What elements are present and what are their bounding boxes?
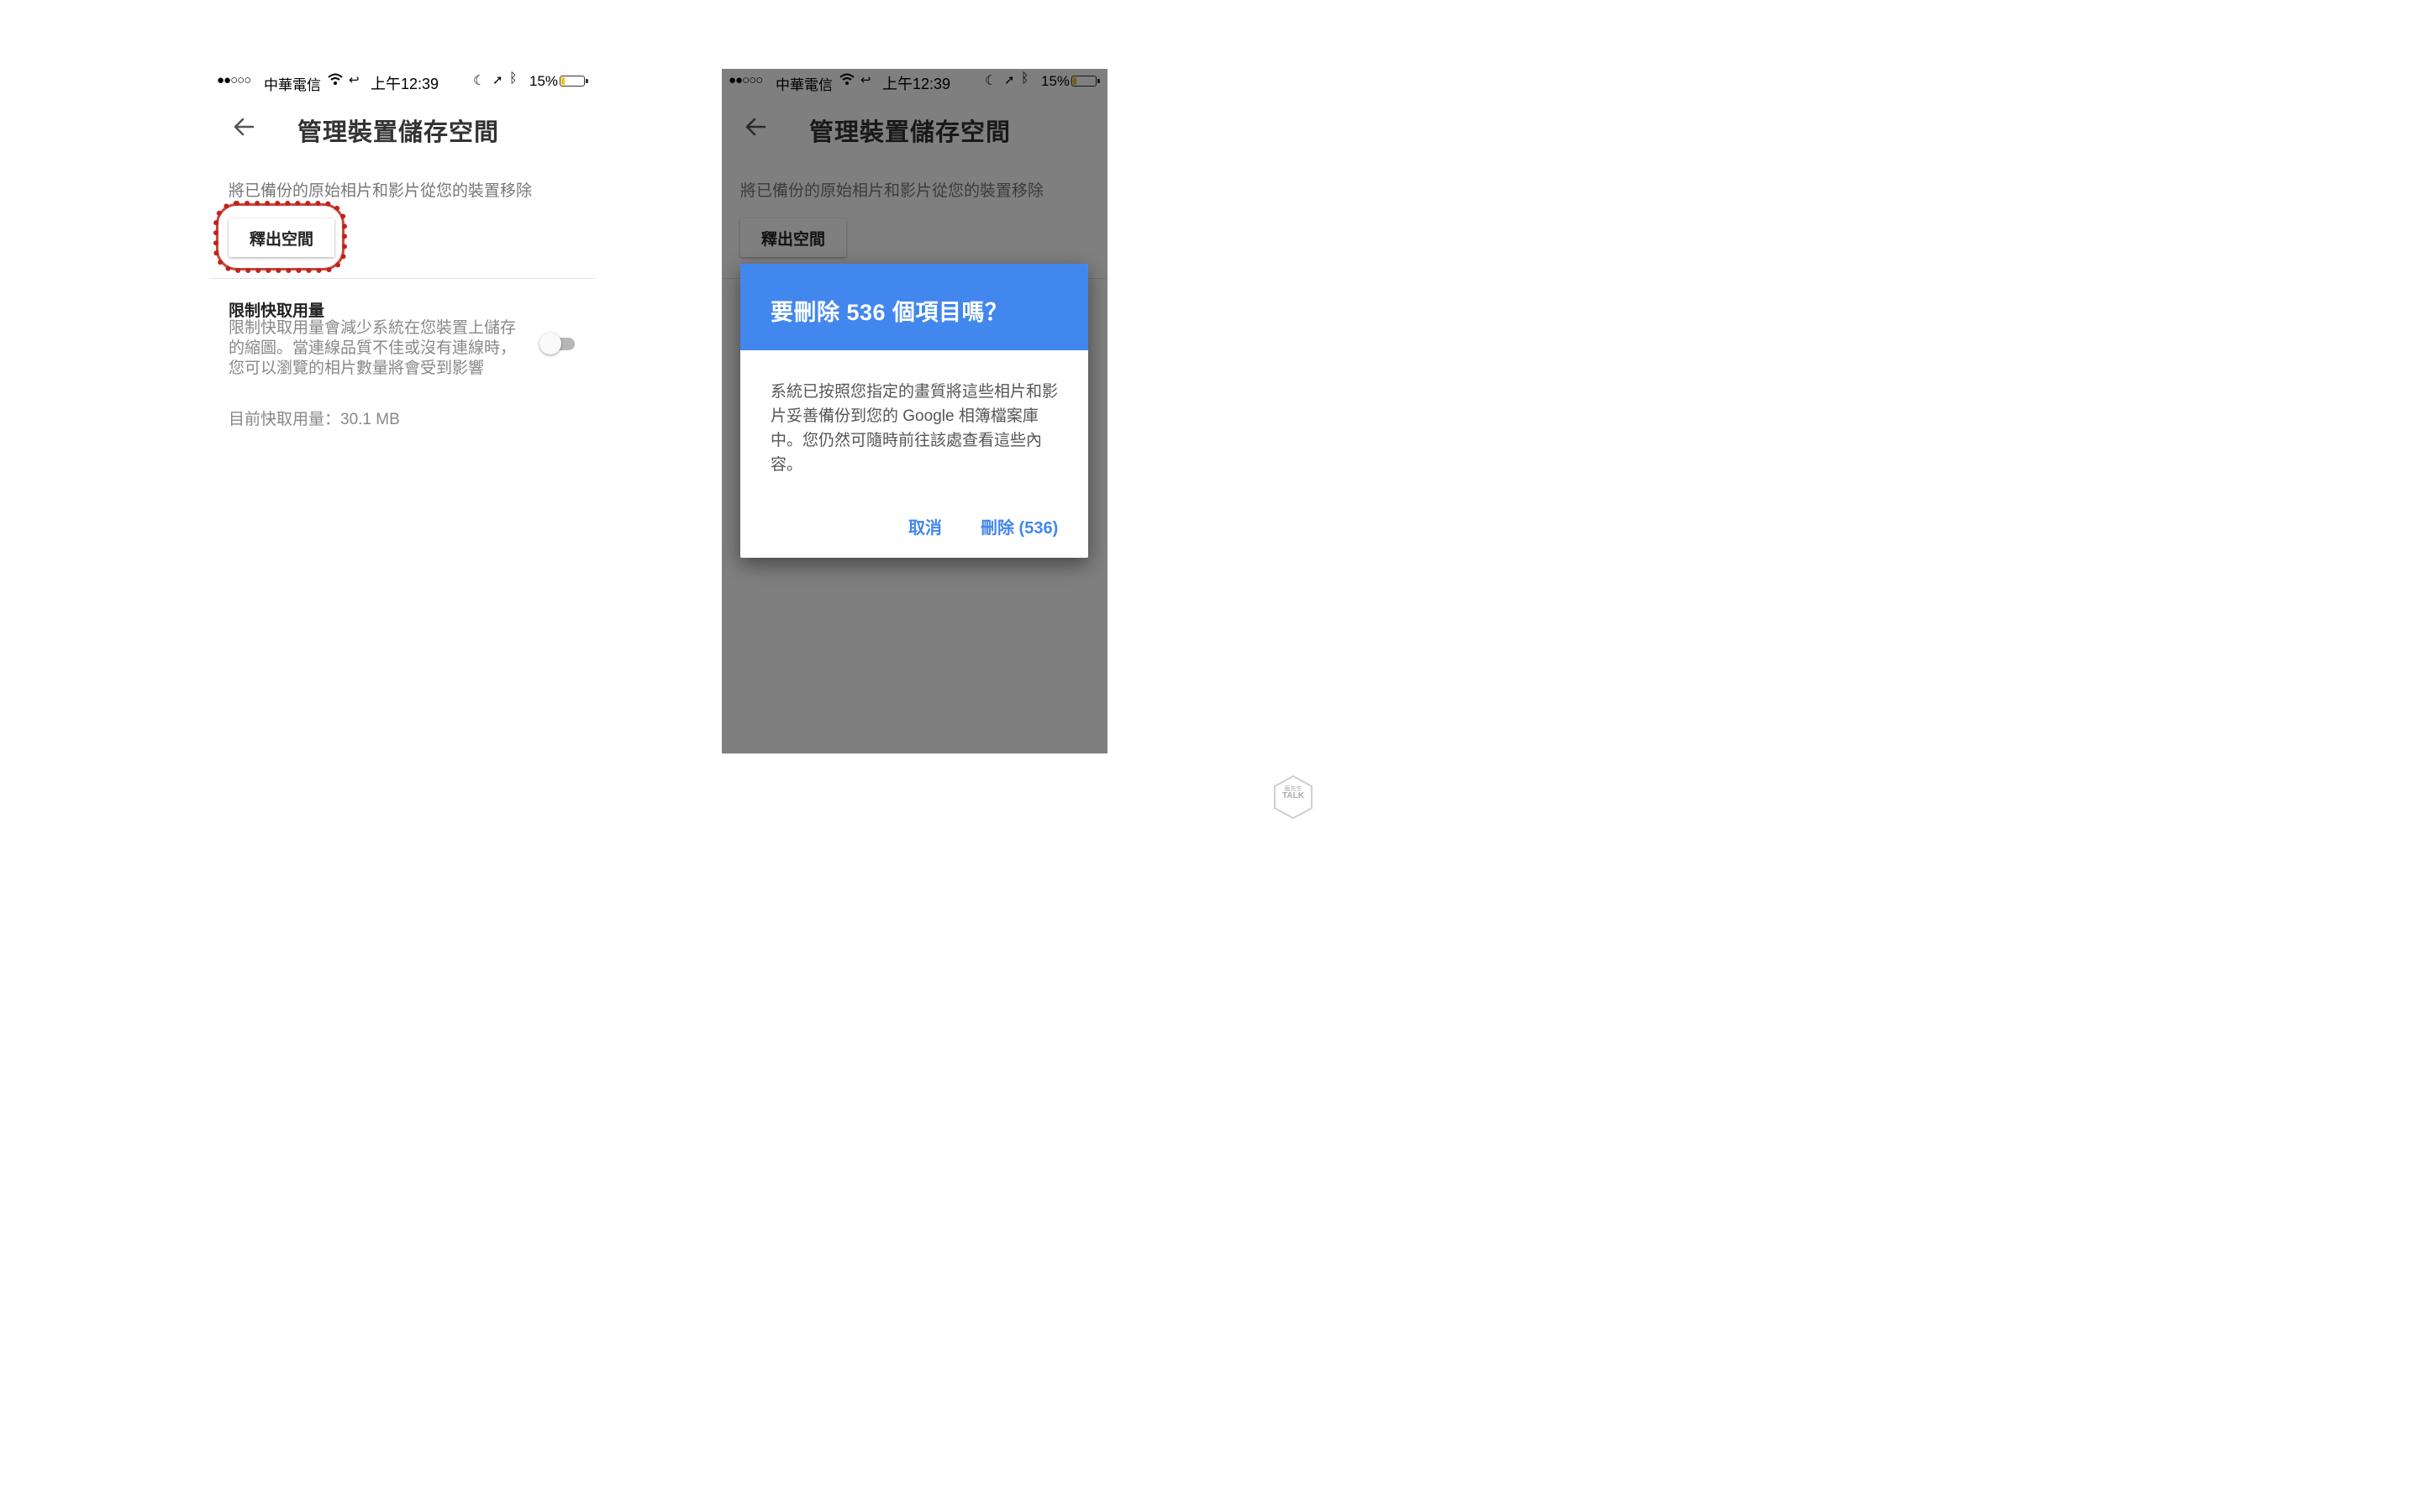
battery-icon [560, 76, 588, 87]
phone-screen-right: ●●○○○ 中華電信 ↩ 上午12:39 ☾ ➚ ᛒ 15% 管理裝置儲存空間 … [722, 69, 1107, 753]
free-space-description: 將已備份的原始相片和影片從您的裝置移除 [229, 182, 533, 200]
status-time: 上午12:39 [371, 76, 439, 92]
back-arrow-icon[interactable] [231, 114, 256, 139]
cache-usage-text: 目前快取用量：30.1 MB [229, 411, 400, 428]
dialog-message: 系統已按照您指定的畫質將這些相片和影片妥善備份到您的 Google 相簿檔案庫中… [771, 383, 1059, 474]
carrier-name: 中華電信 [264, 77, 321, 93]
cache-limit-description: 限制快取用量會減少系統在您裝置上儲存的縮圖。當連線品質不佳或沒有連線時，您可以瀏… [229, 319, 517, 377]
bluetooth-icon: ᛒ [509, 71, 518, 86]
cancel-button[interactable]: 取消 [908, 514, 942, 538]
location-icon: ➚ [492, 73, 503, 87]
cache-limit-title: 限制快取用量 [229, 302, 325, 320]
battery-percent: 15% [529, 73, 559, 89]
watermark-line2: TALK [1282, 791, 1304, 801]
delete-confirm-dialog: 要刪除 536 個項目嗎？ 系統已按照您指定的畫質將這些相片和影片妥善備份到您的… [740, 264, 1088, 558]
dialog-header: 要刪除 536 個項目嗎？ [740, 264, 1088, 350]
signal-strength: ●●○○○ [217, 73, 251, 87]
call-forward-icon: ↩ [349, 73, 360, 87]
watermark-logo: 瘋先生 TALK [1272, 774, 1314, 820]
app-bar: 管理裝置儲存空間 [210, 102, 596, 153]
status-bar: ●●○○○ 中華電信 ↩ 上午12:39 ☾ ➚ ᛒ 15% [210, 69, 596, 94]
toggle-knob [539, 333, 561, 354]
page-title: 管理裝置儲存空間 [297, 119, 500, 146]
moon-icon: ☾ [473, 74, 486, 88]
divider [210, 278, 596, 279]
free-up-space-button[interactable]: 釋出空間 [229, 218, 334, 257]
wifi-icon [328, 72, 343, 87]
phone-screen-left: ●●○○○ 中華電信 ↩ 上午12:39 ☾ ➚ ᛒ 15% 管理裝置儲存空間 … [210, 69, 596, 753]
delete-button[interactable]: 刪除 (536) [981, 514, 1058, 538]
dialog-title: 要刪除 536 個項目嗎？ [771, 300, 1008, 325]
cache-limit-toggle[interactable] [539, 333, 578, 354]
